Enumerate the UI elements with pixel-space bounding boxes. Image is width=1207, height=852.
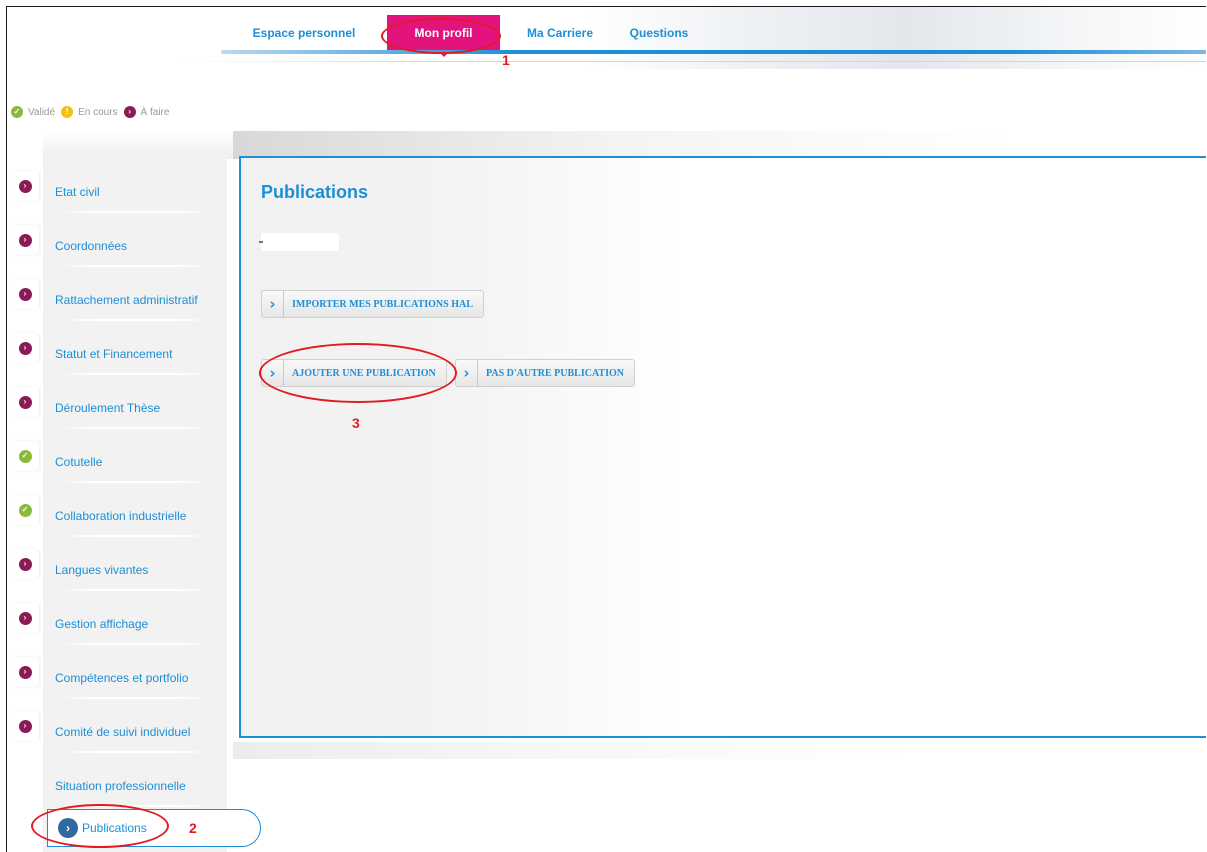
arrow-right-icon: › [18,557,32,571]
arrow-right-icon: › [18,287,32,301]
legend-a-faire: › À faire [123,106,170,118]
sidebar-item-label: Statut et Financement [55,347,173,361]
sidebar-item-situation-pro[interactable]: Situation professionnelle [43,757,227,811]
arrow-right-icon: › [18,341,32,355]
sidebar-item-label: Collaboration industrielle [55,509,187,523]
sidebar-item-deroulement[interactable]: Déroulement Thèse [43,379,227,433]
sidebar-item-label: Rattachement administratif [55,293,198,307]
sidebar-item-cotutelle[interactable]: Cotutelle [43,433,227,487]
sidebar-item-gestion-affichage[interactable]: Gestion affichage [43,595,227,649]
sidebar-item-label: Langues vivantes [55,563,149,577]
sidebar-item-comite[interactable]: Comité de suivi individuel [43,703,227,757]
legend-valide-label: Validé [28,106,56,118]
divider [61,589,209,591]
tab-ma-carriere[interactable]: Ma Carriere [500,15,620,51]
check-icon: ✓ [18,503,32,517]
sidebar-item-rattachement[interactable]: Rattachement administratif [43,271,227,325]
sidebar-item-publications[interactable]: › Publications [47,809,261,847]
publications-panel: Publications › IMPORTER MES PUBLICATIONS… [239,156,1206,738]
sidebar-item-label: Etat civil [55,185,100,199]
divider [61,697,209,699]
chevron-right-icon: › [456,360,478,386]
page-title: Publications [261,182,369,202]
add-publication-button-label: AJOUTER UNE PUBLICATION [292,367,436,379]
status-marker: › [11,279,39,309]
arrow-right-icon: › [18,233,32,247]
check-icon: ✓ [11,106,23,118]
status-marker: › [11,333,39,363]
tab-questions[interactable]: Questions [620,15,698,51]
main-nav: Espace personnel Mon profil Ma Carriere … [221,15,698,57]
sidebar-item-label: Gestion affichage [55,617,149,631]
legend-valide: ✓ Validé [11,106,55,118]
arrow-right-icon: › [18,395,32,409]
arrow-right-icon: › [18,179,32,193]
status-marker: ✓ [11,495,39,525]
app-frame: Espace personnel Mon profil Ma Carriere … [6,6,1206,852]
tab-espace-personnel[interactable]: Espace personnel [221,15,387,51]
annotation-number-1: 1 [502,52,510,68]
status-marker: › [11,657,39,687]
legend-a-faire-label: À faire [140,106,170,118]
sidebar-item-etat-civil[interactable]: Etat civil [43,163,227,217]
legend-en-cours-label: En cours [78,106,118,118]
sidebar-item-label: Compétences et portfolio [55,671,189,685]
sidebar-item-label: Déroulement Thèse [55,401,161,415]
divider [61,805,209,807]
nav-divider [177,61,1206,62]
sidebar-item-label: Publications [82,821,147,835]
status-marker: ✓ [11,441,39,471]
status-marker: › [11,711,39,741]
sidebar-item-competences[interactable]: Compétences et portfolio [43,649,227,703]
redacted-text [259,233,339,251]
divider [61,751,209,753]
annotation-number-3: 3 [352,415,360,431]
status-marker: › [11,171,39,201]
add-publication-button[interactable]: › AJOUTER UNE PUBLICATION [261,359,447,387]
sidebar-item-label: Situation professionnelle [55,779,186,793]
no-other-publication-button[interactable]: › PAS D'AUTRE PUBLICATION [455,359,635,387]
panel-header-decor [233,131,1206,159]
sidebar-item-coordonnees[interactable]: Coordonnées [43,217,227,271]
annotation-number-2: 2 [189,820,197,836]
divider [61,643,209,645]
arrow-right-icon: › [18,719,32,733]
check-icon: ✓ [18,449,32,463]
nav-underline [221,50,1206,54]
import-hal-button-label: IMPORTER MES PUBLICATIONS HAL [292,298,473,310]
sidebar-item-langues[interactable]: Langues vivantes [43,541,227,595]
arrow-right-icon: › [123,106,136,118]
divider [61,535,209,537]
sidebar-item-label: Comité de suivi individuel [55,725,191,739]
divider [61,427,209,429]
divider [61,481,209,483]
sidebar-item-collaboration[interactable]: Collaboration industrielle [43,487,227,541]
no-other-publication-button-label: PAS D'AUTRE PUBLICATION [486,367,624,379]
import-hal-button[interactable]: › IMPORTER MES PUBLICATIONS HAL [261,290,484,318]
chevron-right-icon: › [262,360,284,386]
sidebar-status-column: › › › › › ✓ ✓ › › › › [7,153,43,852]
status-marker: › [11,225,39,255]
exclamation-icon: ! [61,106,74,118]
status-marker: › [11,549,39,579]
sidebar-item-label: Coordonnées [55,239,128,253]
legend-en-cours: ! En cours [61,106,118,118]
sidebar-item-label: Cotutelle [55,455,103,469]
status-marker: › [11,603,39,633]
arrow-right-icon: › [58,818,78,838]
arrow-right-icon: › [18,665,32,679]
arrow-right-icon: › [18,611,32,625]
status-legend: ✓ Validé ! En cours › À faire [11,105,175,119]
divider [61,211,209,213]
panel-footer-decor [233,742,1206,759]
sidebar-item-statut[interactable]: Statut et Financement [43,325,227,379]
status-marker: › [11,387,39,417]
chevron-right-icon: › [262,291,284,317]
divider [61,373,209,375]
divider [61,265,209,267]
divider [61,319,209,321]
profile-sidebar: Etat civil Coordonnées Rattachement admi… [43,153,227,852]
tab-mon-profil[interactable]: Mon profil [387,15,500,57]
